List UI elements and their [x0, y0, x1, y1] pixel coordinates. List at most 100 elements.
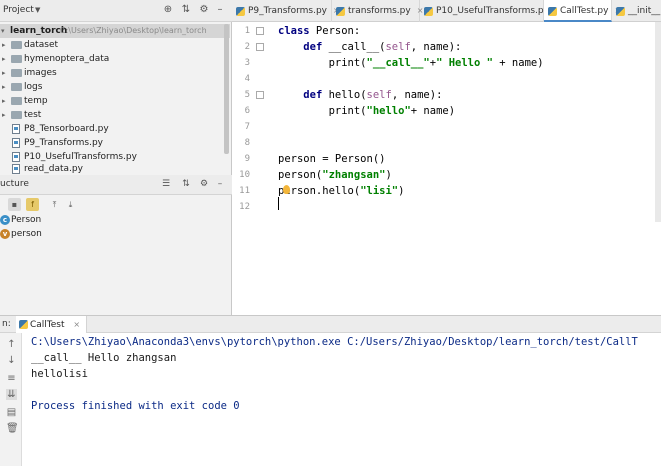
- show-methods-icon[interactable]: f: [26, 198, 39, 211]
- chevron-right-icon[interactable]: ▸: [2, 94, 10, 108]
- expand-icon[interactable]: ⇅: [180, 178, 192, 191]
- code-line-11: person.hello("lisi"): [278, 185, 405, 197]
- fold-icon[interactable]: [256, 27, 264, 35]
- run-panel: n: CallTest × ↑ ↓ ≡ ⇊ ▤ 🗑 C:\Users\Zhiya…: [0, 315, 661, 466]
- collapse-icon[interactable]: ⇅: [180, 4, 192, 16]
- folder-icon: [11, 55, 22, 63]
- structure-title: ucture: [0, 179, 29, 189]
- tree-item-p8-tensorboard[interactable]: P8_Tensorboard.py: [0, 122, 230, 136]
- line-number: 6: [244, 106, 250, 116]
- line-number: 8: [244, 138, 250, 148]
- code-line-10: person("zhangsan"): [278, 169, 392, 181]
- navigate-down-icon[interactable]: ⤓: [64, 198, 77, 211]
- structure-item-label: Person: [11, 215, 42, 225]
- line-number-gutter: 1 2 3 4 5 6 7 8 9 10 11 12: [232, 22, 266, 300]
- show-fields-icon[interactable]: ▪: [8, 198, 21, 211]
- run-tab-calltest[interactable]: CallTest ×: [16, 316, 88, 333]
- project-title[interactable]: Project: [3, 5, 34, 15]
- tree-item-read-data[interactable]: read_data.py: [0, 162, 230, 176]
- code-line-2: def __call__(self, name):: [303, 41, 462, 53]
- tab-label: P9_Transforms.py: [248, 6, 328, 16]
- navigate-up-icon[interactable]: ⤒: [48, 198, 61, 211]
- code-line-5: def hello(self, name):: [303, 89, 443, 101]
- tree-item-test[interactable]: ▸ test: [0, 108, 230, 122]
- python-file-icon: [12, 164, 20, 174]
- tree-item-images[interactable]: ▸ images: [0, 66, 230, 80]
- tab-p10-usefultransforms[interactable]: P10_UsefulTransforms.py×: [420, 0, 562, 22]
- run-side-toolbar: ↑ ↓ ≡ ⇊ ▤ 🗑: [0, 333, 22, 466]
- tree-item-label: logs: [24, 82, 43, 92]
- line-number: 2: [244, 42, 250, 52]
- fold-icon[interactable]: [256, 91, 264, 99]
- tab-init[interactable]: __init__.p: [612, 0, 661, 22]
- minimize-icon[interactable]: –: [214, 4, 226, 16]
- run-label: n:: [2, 319, 11, 329]
- python-file-icon: [424, 7, 433, 16]
- variable-icon: v: [0, 229, 10, 239]
- console-line-output: hellolisi: [31, 368, 88, 380]
- lightbulb-icon[interactable]: [283, 185, 290, 194]
- tree-item-logs[interactable]: ▸ logs: [0, 80, 230, 94]
- project-scrollbar[interactable]: [224, 24, 229, 154]
- gear-icon[interactable]: ⚙: [198, 178, 210, 191]
- editor-scrollbar[interactable]: [655, 22, 661, 222]
- chevron-down-icon[interactable]: ▼: [35, 6, 40, 14]
- python-file-icon: [12, 138, 20, 148]
- tree-item-hymenoptera-data[interactable]: ▸ hymenoptera_data: [0, 52, 230, 66]
- close-icon[interactable]: ×: [73, 320, 80, 329]
- trash-icon[interactable]: 🗑: [6, 423, 19, 434]
- target-icon[interactable]: ⊕: [162, 4, 174, 16]
- tab-label: CallTest.py: [560, 6, 609, 16]
- chevron-right-icon[interactable]: ▸: [2, 66, 10, 80]
- tree-item-label: images: [24, 68, 57, 78]
- structure-header: ucture ☰ ⇅ ⚙ –: [0, 175, 232, 195]
- tree-item-dataset[interactable]: ▸ dataset: [0, 38, 230, 52]
- tab-label: __init__.p: [628, 6, 661, 16]
- tree-item-temp[interactable]: ▸ temp: [0, 94, 230, 108]
- tab-calltest[interactable]: CallTest.py×: [544, 0, 621, 22]
- tab-label: P10_UsefulTransforms.py: [436, 6, 549, 16]
- line-number: 1: [244, 26, 250, 36]
- print-icon[interactable]: ▤: [6, 407, 17, 418]
- python-file-icon: [19, 320, 28, 329]
- arrow-up-icon[interactable]: ↑: [6, 339, 17, 350]
- root-name: learn_torch: [10, 26, 68, 36]
- code-line-1: class Person:: [278, 25, 361, 37]
- code-line-3: print("__call__"+" Hello " + name): [278, 57, 544, 69]
- root-path: C:\Users\Zhiyao\Desktop\learn_torch: [60, 26, 207, 35]
- minimize-icon[interactable]: –: [214, 178, 226, 191]
- fold-icon[interactable]: [256, 43, 264, 51]
- chevron-right-icon[interactable]: ▸: [2, 108, 10, 122]
- tree-item-label: P8_Tensorboard.py: [24, 124, 109, 134]
- line-number: 5: [244, 90, 250, 100]
- structure-panel: ucture ☰ ⇅ ⚙ – ▪ f ⤒ ⤓ c Person v person: [0, 175, 232, 315]
- chevron-right-icon[interactable]: ▸: [2, 52, 10, 66]
- tree-item-label: P9_Transforms.py: [24, 138, 104, 148]
- sort-icon[interactable]: ☰: [160, 178, 172, 191]
- tree-item-p9-transforms[interactable]: P9_Transforms.py: [0, 136, 230, 150]
- line-number: 7: [244, 122, 250, 132]
- tab-label: transforms.py: [348, 6, 411, 16]
- folder-icon: [11, 111, 22, 119]
- chevron-right-icon[interactable]: ▸: [2, 38, 10, 52]
- python-file-icon: [12, 152, 20, 162]
- console-line-output: __call__ Hello zhangsan: [31, 352, 177, 364]
- tree-item-label: test: [24, 110, 42, 120]
- line-number: 12: [239, 202, 250, 212]
- gear-icon[interactable]: ⚙: [198, 4, 210, 16]
- code-line-6: print("hello"+ name): [278, 105, 456, 117]
- soft-wrap-icon[interactable]: ≡: [6, 373, 17, 384]
- python-file-icon: [616, 7, 625, 16]
- scroll-to-end-icon[interactable]: ⇊: [6, 389, 17, 400]
- python-file-icon: [236, 7, 245, 16]
- chevron-down-icon[interactable]: ▾: [1, 24, 9, 38]
- tree-item-label: temp: [24, 96, 48, 106]
- python-file-icon: [12, 124, 20, 134]
- tab-p9-transforms[interactable]: P9_Transforms.py×: [232, 0, 340, 22]
- tab-transforms[interactable]: transforms.py ×: [332, 0, 423, 22]
- arrow-down-icon[interactable]: ↓: [6, 355, 17, 366]
- tree-root[interactable]: ▾ learn_torch C:\Users\Zhiyao\Desktop\le…: [0, 24, 230, 38]
- chevron-right-icon[interactable]: ▸: [2, 80, 10, 94]
- line-number: 9: [244, 154, 250, 164]
- code-editor[interactable]: 1 2 3 4 5 6 7 8 9 10 11 12 class Person:…: [232, 22, 661, 300]
